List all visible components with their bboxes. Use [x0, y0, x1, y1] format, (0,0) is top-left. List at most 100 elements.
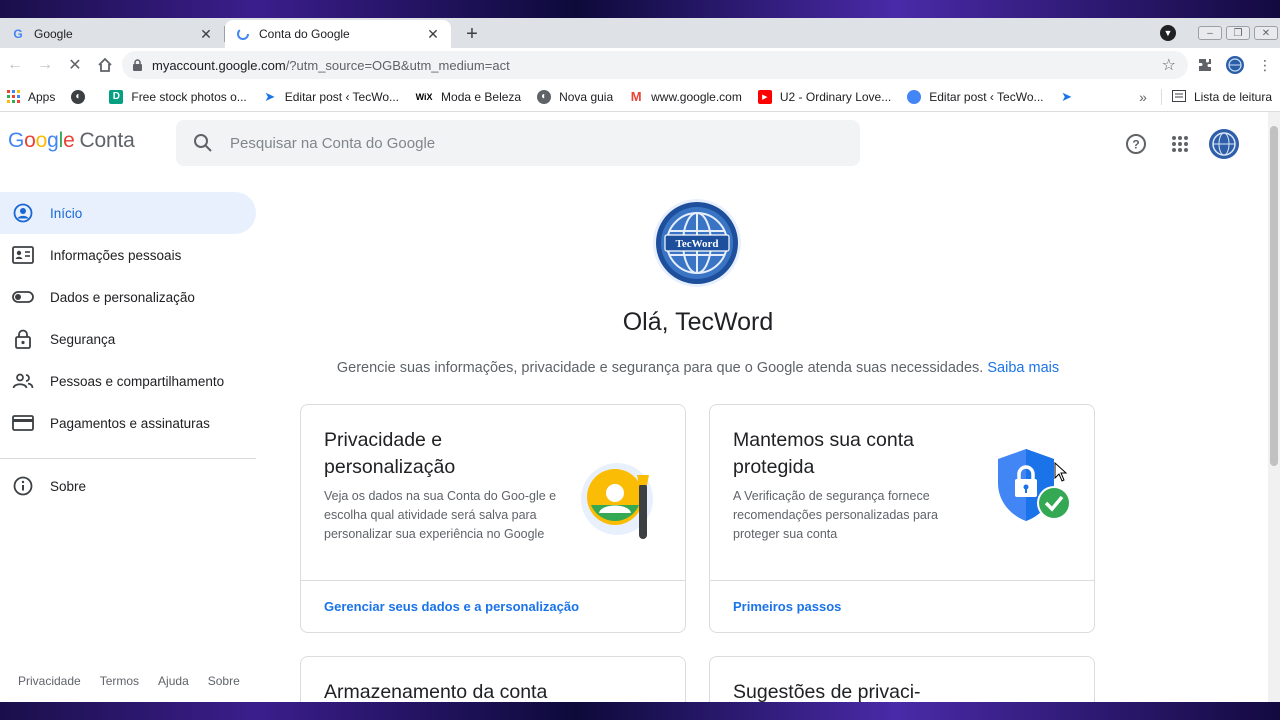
browser-window: G Google ✕ Conta do Google ✕ + ▼ – ❐ ✕ ←…: [0, 18, 1280, 702]
bookmark-editar-post-1[interactable]: ➤ Editar post ‹ TecWo...: [259, 85, 403, 109]
logo-letter: e: [63, 129, 75, 152]
bookmark-label: Editar post ‹ TecWo...: [284, 89, 400, 104]
more-bookmarks-icon[interactable]: »: [1139, 89, 1147, 105]
credit-card-icon: [12, 412, 34, 434]
tab-google[interactable]: G Google ✕: [0, 20, 224, 48]
address-toolbar: ← → ✕ myaccount.google.com/?utm_source=O…: [0, 48, 1280, 82]
window-controls: ▼ – ❐ ✕: [1160, 18, 1280, 48]
sidebar-item-pessoas-e-compartilhamento[interactable]: Pessoas e compartilhamento: [0, 360, 256, 402]
bookmarks-bar-right: » Lista de leitura: [1139, 85, 1272, 109]
back-button[interactable]: ←: [0, 50, 30, 80]
bookmark-label: U2 - Ordinary Love...: [779, 89, 892, 104]
extensions-icon[interactable]: [1190, 50, 1220, 80]
bookmark-label: Moda e Beleza: [441, 89, 522, 104]
bookmark-arrow[interactable]: ➤: [1056, 85, 1086, 109]
tab-title: Conta do Google: [259, 27, 350, 41]
menu-kebab-icon[interactable]: ⋮: [1250, 50, 1280, 80]
sidebar-item-label: Sobre: [50, 478, 87, 494]
tab-search-icon[interactable]: ▼: [1160, 25, 1176, 41]
tab-conta-do-google[interactable]: Conta do Google ✕: [225, 20, 451, 48]
close-window-button[interactable]: ✕: [1254, 26, 1278, 40]
minimize-button[interactable]: –: [1198, 26, 1222, 40]
account-search-box[interactable]: [176, 120, 860, 166]
bookmark-globe[interactable]: ◐: [67, 85, 97, 109]
account-avatar[interactable]: [1204, 124, 1244, 164]
bookmark-star-icon[interactable]: ☆: [1162, 55, 1176, 75]
account-page: GoogleConta ?: [0, 112, 1280, 702]
mouse-pointer-icon: [1054, 461, 1068, 487]
reading-list-icon: [1171, 89, 1186, 105]
tab-bar: G Google ✕ Conta do Google ✕ + ▼ – ❐ ✕: [0, 18, 1280, 48]
card-privacy[interactable]: Privacidade e personalização Veja os dad…: [300, 404, 686, 633]
learn-more-link[interactable]: Saiba mais: [987, 360, 1059, 376]
sidebar-item-label: Segurança: [50, 331, 116, 347]
bookmark-free-stock-photos[interactable]: D Free stock photos o...: [105, 85, 250, 109]
greeting: Olá, TecWord: [622, 308, 774, 336]
profile-avatar[interactable]: TecWord: [652, 198, 742, 288]
apps-grid-icon: [6, 90, 20, 104]
play-arrow-icon: ➤: [1061, 88, 1072, 104]
sidebar-item-label: Dados e personalização: [50, 289, 195, 305]
header-actions: ?: [1112, 124, 1244, 164]
new-tab-button[interactable]: +: [460, 22, 484, 46]
bookmark-label: Free stock photos o...: [131, 89, 247, 104]
info-icon: [12, 475, 34, 497]
shield-check-icon: [992, 445, 1076, 534]
google-account-logo[interactable]: Google Conta: [8, 129, 135, 153]
bookmark-apps[interactable]: Apps: [2, 85, 59, 109]
card-link[interactable]: Primeiros passos: [710, 580, 1094, 632]
home-button[interactable]: [90, 50, 120, 80]
card-privacy-suggestions[interactable]: Sugestões de privaci-: [709, 656, 1095, 702]
sidebar-item-pagamentos-e-assinaturas[interactable]: Pagamentos e assinaturas: [0, 402, 256, 444]
close-tab-icon[interactable]: ✕: [198, 26, 214, 43]
blue-circle-icon: [907, 89, 922, 104]
d-icon: D: [109, 89, 124, 104]
help-icon[interactable]: ?: [1116, 124, 1156, 164]
card-link[interactable]: Gerenciar seus dados e a personalização: [301, 580, 685, 632]
desktop-background-top: [0, 0, 1280, 18]
bookmark-editar-post-2[interactable]: Editar post ‹ TecWo...: [903, 85, 1047, 109]
sidebar-item-informacoes-pessoais[interactable]: Informações pessoais: [0, 234, 256, 276]
close-tab-icon[interactable]: ✕: [425, 26, 441, 43]
stop-loading-button[interactable]: ✕: [60, 50, 90, 80]
footer-link-privacidade[interactable]: Privacidade: [18, 674, 81, 688]
footer-link-ajuda[interactable]: Ajuda: [158, 674, 189, 688]
globe-icon: ◐: [71, 89, 86, 104]
google-g-icon: G: [13, 27, 23, 41]
bookmark-nova-guia[interactable]: ◐ Nova guia: [533, 85, 617, 109]
scrollbar-thumb[interactable]: [1270, 126, 1278, 466]
globe-icon: ◐: [537, 89, 552, 104]
desktop-background-bottom: [0, 702, 1280, 720]
bookmark-google[interactable]: M www.google.com: [625, 85, 746, 109]
sidebar-nav: Início Informações pessoais Dados e pers…: [0, 192, 256, 507]
bookmark-moda-e-beleza[interactable]: WiX Moda e Beleza: [411, 85, 525, 109]
sidebar-item-inicio[interactable]: Início: [0, 192, 256, 234]
profile-avatar-icon[interactable]: [1220, 50, 1250, 80]
apps-grid-icon[interactable]: [1160, 124, 1200, 164]
sidebar-item-seguranca[interactable]: Segurança: [0, 318, 256, 360]
page-scrollbar[interactable]: [1268, 112, 1280, 702]
subtitle-text: Gerencie suas informações, privacidade e…: [336, 360, 984, 376]
people-icon: [12, 370, 34, 392]
sidebar-item-dados-e-personalizacao[interactable]: Dados e personalização: [0, 276, 256, 318]
card-security[interactable]: Mantemos sua conta protegida A Verificaç…: [709, 404, 1095, 633]
play-arrow-icon: ➤: [264, 88, 276, 104]
lock-icon[interactable]: [122, 58, 152, 72]
card-description: A Verificação de segurança fornece recom…: [733, 489, 938, 541]
sidebar-item-label: Informações pessoais: [50, 247, 182, 263]
card-storage[interactable]: Armazenamento da conta: [300, 656, 686, 702]
search-icon[interactable]: [176, 133, 230, 153]
tab-title: Google: [34, 27, 73, 41]
search-input[interactable]: [230, 134, 830, 152]
reading-list-button[interactable]: Lista de leitura: [1194, 90, 1272, 104]
forward-button[interactable]: →: [30, 50, 60, 80]
footer-link-sobre[interactable]: Sobre: [208, 674, 240, 688]
footer-link-termos[interactable]: Termos: [100, 674, 139, 688]
address-bar[interactable]: myaccount.google.com/?utm_source=OGB&utm…: [122, 51, 1188, 79]
bookmark-u2-ordinary-love[interactable]: ▶ U2 - Ordinary Love...: [754, 85, 895, 109]
card-title: Mantemos sua conta protegida: [733, 429, 915, 478]
restore-button[interactable]: ❐: [1226, 26, 1250, 40]
sidebar-item-sobre[interactable]: Sobre: [0, 465, 256, 507]
card-description: Veja os dados na sua Conta do Goo-gle e …: [324, 489, 557, 541]
bookmark-label: Nova guia: [559, 89, 614, 104]
